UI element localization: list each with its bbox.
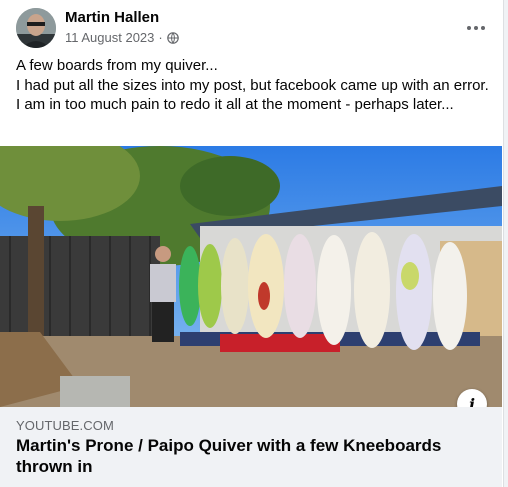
globe-icon[interactable] (166, 31, 179, 44)
post-text-line: A few boards from my quiver... (16, 57, 218, 74)
link-title[interactable]: Martin's Prone / Paipo Quiver with a few… (16, 436, 456, 477)
post-meta: 11 August 2023 · (65, 30, 179, 45)
post-card: Martin Hallen 11 August 2023 · A few boa… (0, 0, 504, 487)
author-name[interactable]: Martin Hallen (65, 9, 159, 26)
video-thumbnail[interactable] (0, 146, 502, 407)
post-text-line: I had put all the sizes into my post, bu… (16, 76, 489, 114)
post-header: Martin Hallen 11 August 2023 · (16, 8, 486, 48)
link-domain: YOUTUBE.COM (16, 418, 114, 433)
link-preview[interactable]: YOUTUBE.COM Martin's Prone / Paipo Quive… (0, 407, 502, 487)
post-message: A few boards from my quiver... I had put… (16, 56, 490, 115)
post-date[interactable]: 11 August 2023 (65, 30, 154, 45)
thumbnail-image (0, 146, 502, 407)
author-avatar[interactable] (16, 8, 56, 48)
more-options-icon[interactable] (462, 14, 490, 42)
meta-separator: · (158, 30, 163, 45)
